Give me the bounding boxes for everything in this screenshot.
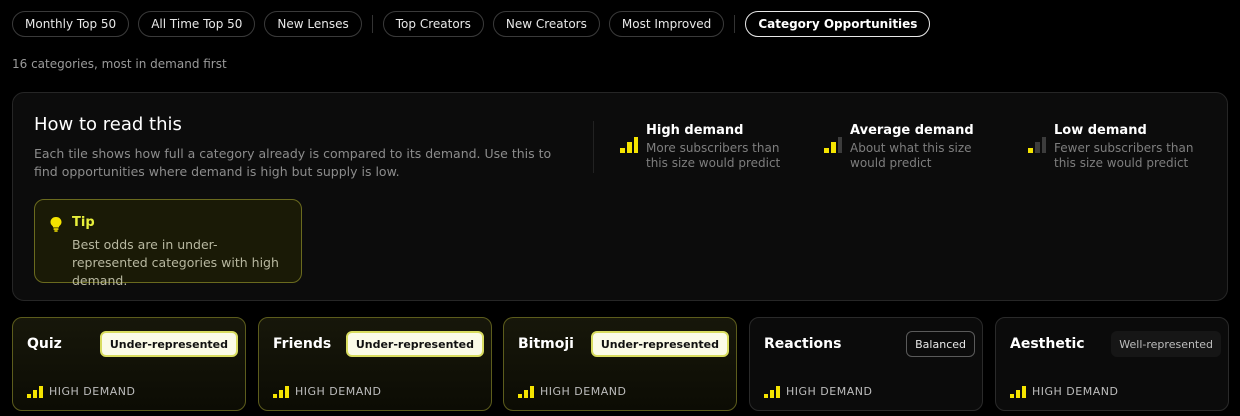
demand-indicator: HIGH DEMAND (518, 385, 626, 398)
signal-bar (838, 137, 842, 153)
panel-divider (593, 121, 594, 173)
signal-bar (273, 393, 277, 398)
tab-divider (734, 15, 736, 33)
signal-bar (764, 393, 768, 398)
signal-bar (1028, 148, 1033, 153)
legend-description: Fewer subscribers than this size would p… (1054, 141, 1194, 170)
signal-bar (39, 385, 43, 398)
signal-bar (524, 389, 528, 398)
signal-bar (518, 393, 522, 398)
demand-label: HIGH DEMAND (295, 385, 382, 398)
legend-description: About what this size would predict (850, 141, 972, 170)
category-name: Quiz (27, 336, 62, 352)
signal-bars-icon (620, 137, 638, 153)
demand-indicator: HIGH DEMAND (273, 385, 381, 398)
tab-top-creators[interactable]: Top Creators (382, 11, 484, 37)
signal-bar (620, 148, 625, 153)
signal-bar (634, 137, 638, 153)
signal-bar (33, 389, 37, 398)
tab-new-creators[interactable]: New Creators (492, 11, 600, 37)
signal-bar (770, 389, 774, 398)
signal-bar (285, 385, 289, 398)
signal-bar (1016, 389, 1020, 398)
representation-badge: Balanced (906, 331, 975, 357)
signal-bars-icon (273, 385, 289, 398)
legend-title: High demand (646, 123, 744, 138)
signal-bars-icon (518, 385, 534, 398)
signal-bar (1035, 142, 1040, 153)
representation-badge: Well-represented (1111, 331, 1221, 357)
demand-label: HIGH DEMAND (786, 385, 873, 398)
signal-bar (831, 142, 836, 153)
demand-label: HIGH DEMAND (1032, 385, 1119, 398)
category-card-friends[interactable]: Friends Under-represented HIGH DEMAND (258, 317, 492, 411)
demand-indicator: HIGH DEMAND (764, 385, 872, 398)
signal-bar (1042, 137, 1046, 153)
demand-label: HIGH DEMAND (49, 385, 136, 398)
legend-title: Low demand (1054, 123, 1147, 138)
legend-description: More subscribers than this size would pr… (646, 141, 781, 170)
category-tabs: Monthly Top 50 All Time Top 50 New Lense… (12, 11, 939, 37)
signal-bar (27, 393, 31, 398)
category-card-reactions[interactable]: Reactions Balanced HIGH DEMAND (749, 317, 983, 411)
tab-new-lenses[interactable]: New Lenses (264, 11, 362, 37)
category-name: Bitmoji (518, 336, 574, 352)
how-to-read-panel: How to read this Each tile shows how ful… (12, 92, 1228, 301)
signal-bar (279, 389, 283, 398)
legend-title: Average demand (850, 123, 974, 138)
tab-divider (371, 15, 373, 33)
signal-bar (1010, 393, 1014, 398)
representation-badge: Under-represented (345, 331, 484, 357)
tip-box: Tip Best odds are in under-represented c… (34, 199, 302, 288)
signal-bar (776, 385, 780, 398)
signal-bars-icon (1010, 385, 1026, 398)
category-count-subtitle: 16 categories, most in demand first (12, 57, 227, 71)
signal-bar (627, 142, 632, 153)
demand-label: HIGH DEMAND (540, 385, 627, 398)
signal-bars-icon (824, 137, 842, 153)
signal-bar (530, 385, 534, 398)
tab-all-time-top-50[interactable]: All Time Top 50 (138, 11, 256, 37)
category-card-quiz[interactable]: Quiz Under-represented HIGH DEMAND (12, 317, 246, 411)
tip-title: Tip (72, 215, 95, 230)
representation-badge: Under-represented (590, 331, 729, 357)
tab-category-opportunities[interactable]: Category Opportunities (745, 11, 931, 37)
category-card-aesthetic[interactable]: Aesthetic Well-represented HIGH DEMAND (995, 317, 1229, 411)
signal-bar (1022, 385, 1026, 398)
demand-indicator: HIGH DEMAND (1010, 385, 1118, 398)
category-name: Friends (273, 336, 332, 352)
category-name: Reactions (764, 336, 842, 352)
signal-bars-icon (27, 385, 43, 398)
signal-bar (824, 148, 829, 153)
panel-title: How to read this (34, 114, 182, 135)
lightbulb-icon (50, 217, 62, 232)
signal-bars-icon (1028, 137, 1046, 153)
category-card-bitmoji[interactable]: Bitmoji Under-represented HIGH DEMAND (503, 317, 737, 411)
representation-badge: Under-represented (99, 331, 238, 357)
category-name: Aesthetic (1010, 336, 1085, 352)
tip-text: Best odds are in under-represented categ… (72, 237, 279, 288)
panel-description: Each tile shows how full a category alre… (34, 146, 552, 179)
tab-monthly-top-50[interactable]: Monthly Top 50 (12, 11, 130, 37)
signal-bars-icon (764, 385, 780, 398)
demand-indicator: HIGH DEMAND (27, 385, 135, 398)
tab-most-improved[interactable]: Most Improved (608, 11, 725, 37)
